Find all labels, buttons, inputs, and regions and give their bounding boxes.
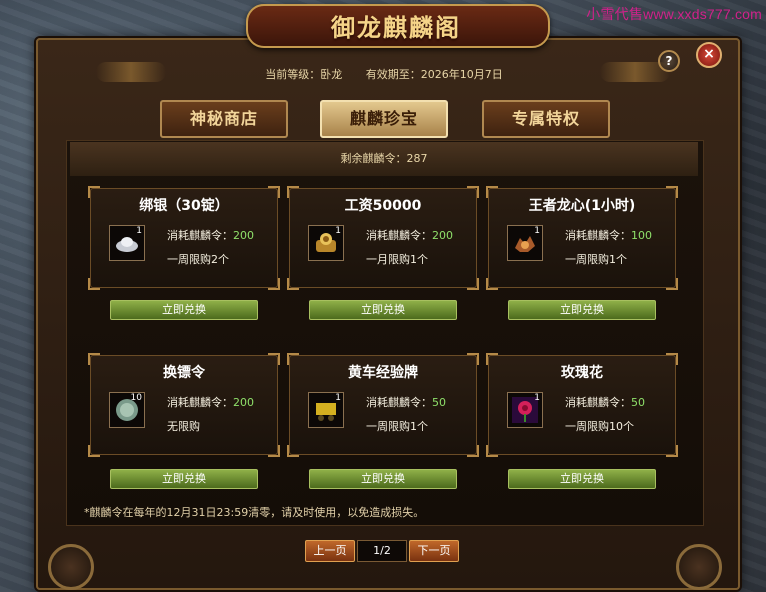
item-slot[interactable]: 1 xyxy=(109,225,145,261)
item-quantity: 1 xyxy=(335,226,341,236)
item-cost: 消耗麒麟令：200 xyxy=(167,396,254,409)
item-cost: 消耗麒麟令：200 xyxy=(167,229,254,242)
item-name: 黄车经验牌 xyxy=(348,365,418,381)
item-cost: 消耗麒麟令：200 xyxy=(366,229,453,242)
tab-exclusive-privilege[interactable]: 专属特权 xyxy=(482,100,610,138)
item-card: 工资50000 1 消耗麒麟令：200 一月限购1个 xyxy=(287,186,479,290)
item-name: 绑银（30锭） xyxy=(139,198,229,214)
item-cost: 消耗麒麟令：100 xyxy=(565,229,652,242)
item-quantity: 1 xyxy=(534,393,540,403)
info-bar: 当前等级：卧龙 有效期至：2026年10月7日 xyxy=(66,64,702,86)
item-quantity: 1 xyxy=(136,226,142,236)
current-level: 当前等级：卧龙 xyxy=(265,68,343,81)
item-quantity: 1 xyxy=(534,226,540,236)
expiry-date: 有效期至：2026年10月7日 xyxy=(365,68,503,81)
exchange-button[interactable]: 立即兑换 xyxy=(508,300,656,320)
tab-bar: 神秘商店 麒麟珍宝 专属特权 xyxy=(160,100,610,138)
tab-mystery-shop[interactable]: 神秘商店 xyxy=(160,100,288,138)
item-cost: 消耗麒麟令：50 xyxy=(366,396,446,409)
item-limit: 无限购 xyxy=(167,420,200,433)
item-cost: 消耗麒麟令：50 xyxy=(565,396,645,409)
exchange-button[interactable]: 立即兑换 xyxy=(309,469,457,489)
item-limit: 一月限购1个 xyxy=(366,253,428,266)
item-quantity: 1 xyxy=(335,393,341,403)
exchange-button[interactable]: 立即兑换 xyxy=(110,300,258,320)
item-card: 换镖令 10 消耗麒麟令：200 无限购 xyxy=(88,353,280,457)
tab-qilin-treasure[interactable]: 麒麟珍宝 xyxy=(320,100,448,138)
item-slot[interactable]: 1 xyxy=(308,225,344,261)
watermark-text: 小雪代售www.xxds777.com xyxy=(586,6,762,22)
remaining-tokens: 剩余麒麟令：287 xyxy=(70,142,698,176)
item-slot[interactable]: 1 xyxy=(507,225,543,261)
item-limit: 一周限购10个 xyxy=(565,420,634,433)
item-limit: 一周限购2个 xyxy=(167,253,229,266)
page-indicator: 1/2 xyxy=(357,540,407,562)
corner-ornament xyxy=(676,544,722,590)
item-slot[interactable]: 1 xyxy=(308,392,344,428)
window-title: 御龙麒麟阁 xyxy=(331,13,461,42)
item-limit: 一周限购1个 xyxy=(366,420,428,433)
reset-notice: *麒麟令在每年的12月31日23:59清零，请及时使用，以免造成损失。 xyxy=(84,506,425,519)
exchange-button[interactable]: 立即兑换 xyxy=(508,469,656,489)
item-card: 王者龙心(1小时) 1 消耗麒麟令：100 一周限购1个 xyxy=(486,186,678,290)
item-slot[interactable]: 1 xyxy=(507,392,543,428)
item-slot[interactable]: 10 xyxy=(109,392,145,428)
next-page-button[interactable]: 下一页 xyxy=(409,540,459,562)
item-limit: 一周限购1个 xyxy=(565,253,627,266)
item-name: 玫瑰花 xyxy=(561,365,603,381)
item-card: 绑银（30锭） 1 消耗麒麟令：200 一周限购2个 xyxy=(88,186,280,290)
exchange-button[interactable]: 立即兑换 xyxy=(110,469,258,489)
item-quantity: 10 xyxy=(130,393,142,403)
item-name: 换镖令 xyxy=(163,365,205,381)
item-name: 工资50000 xyxy=(344,198,422,214)
item-card: 玫瑰花 1 消耗麒麟令：50 一周限购10个 xyxy=(486,353,678,457)
exchange-button[interactable]: 立即兑换 xyxy=(309,300,457,320)
prev-page-button[interactable]: 上一页 xyxy=(305,540,355,562)
item-name: 王者龙心(1小时) xyxy=(528,198,636,214)
item-card: 黄车经验牌 1 消耗麒麟令：50 一周限购1个 xyxy=(287,353,479,457)
corner-ornament xyxy=(48,544,94,590)
